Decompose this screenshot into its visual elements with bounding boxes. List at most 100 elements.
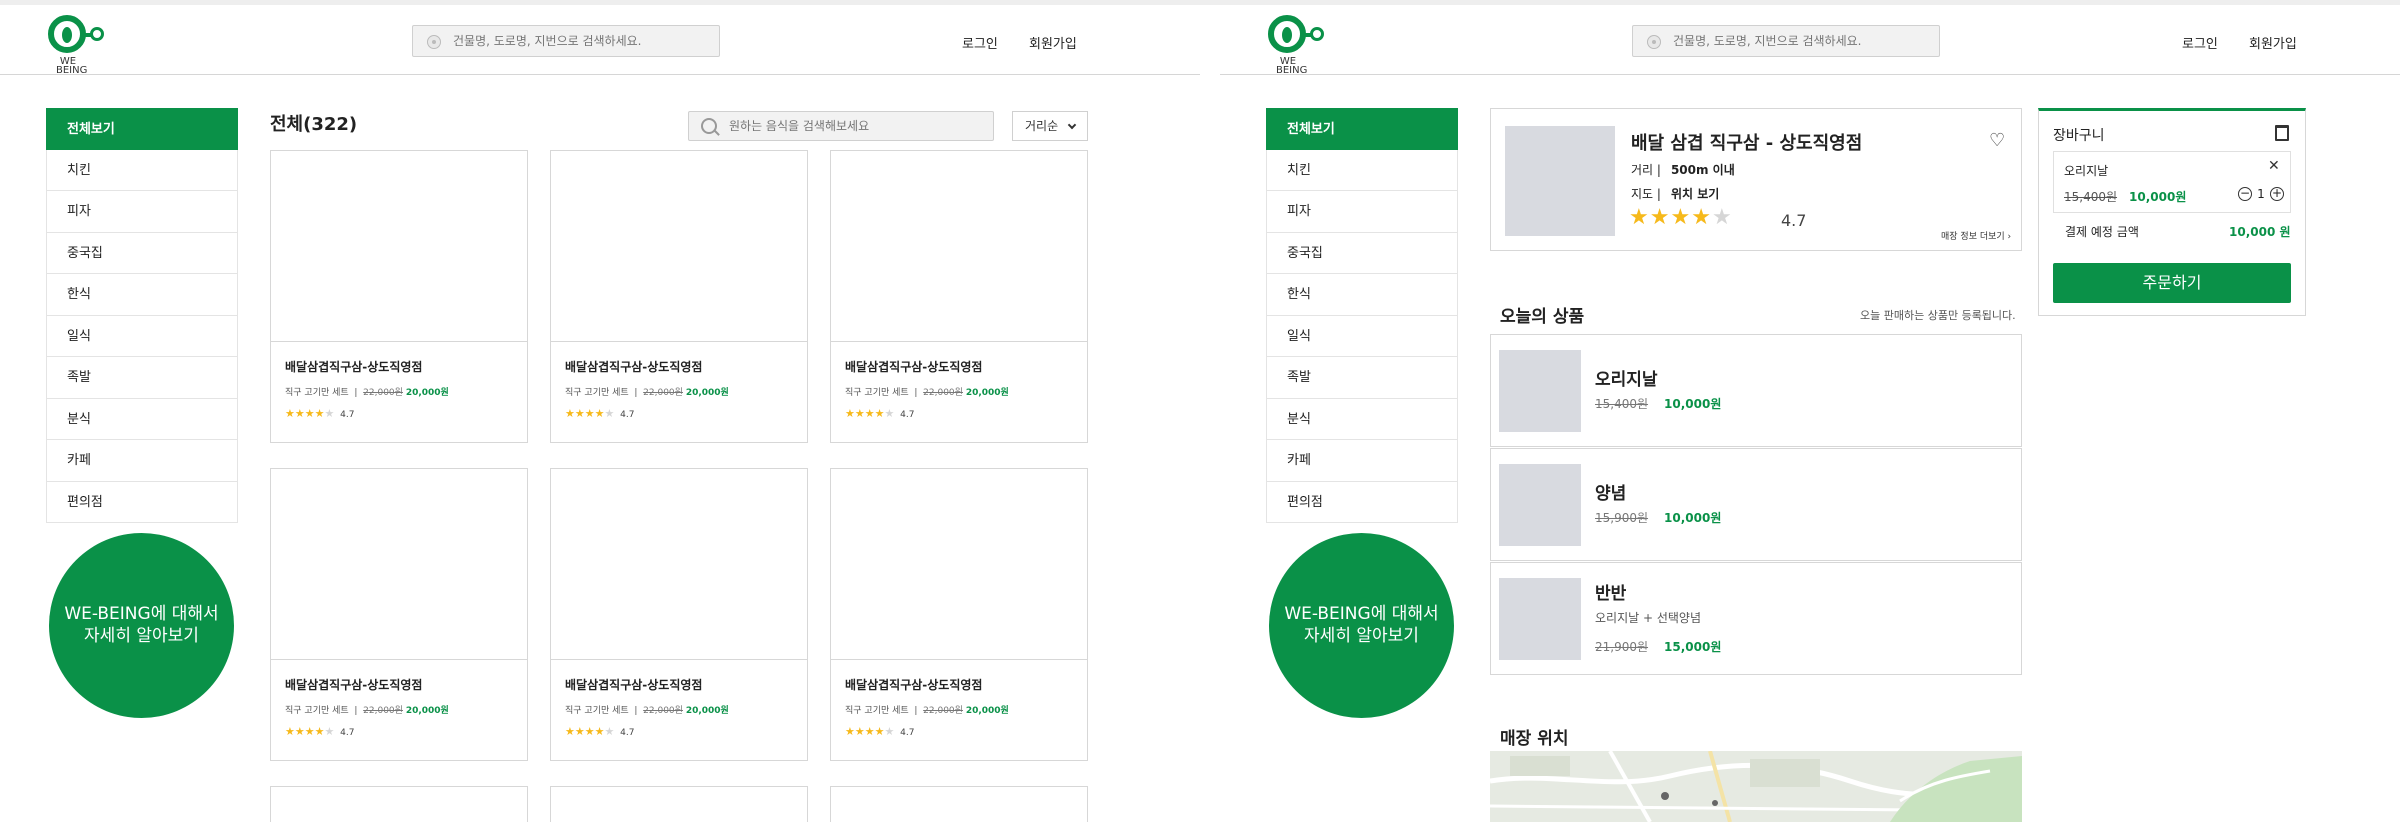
product-price: 15,900원 10,000원 (1595, 511, 1722, 525)
store-card[interactable] (830, 786, 1088, 822)
product-price: 15,400원 10,000원 (1595, 397, 1722, 411)
close-icon[interactable]: ✕ (2268, 158, 2280, 174)
store-card[interactable] (270, 786, 528, 822)
sidebar-item-chicken[interactable]: 치킨 (1266, 149, 1458, 191)
quantity-stepper: −1 + (2238, 186, 2284, 201)
we-being-logo[interactable]: WE BEING (48, 13, 104, 76)
about-promo-button[interactable]: WE-BEING에 대해서 자세히 알아보기 (49, 533, 234, 718)
star-icon: ★ (324, 725, 335, 738)
star-icon: ★ (594, 407, 605, 420)
store-name: 배달 삼겹 직구삼 - 상도직영점 (1631, 133, 1863, 154)
star-icon: ★ (854, 407, 865, 420)
list-page: WEBEING 로그인 회원가입 전체보기 치킨 피자 중국집 한식 일식 족발… (0, 0, 1200, 822)
address-search-input[interactable] (1673, 32, 1923, 50)
sidebar-item-convenience[interactable]: 편의점 (46, 481, 238, 523)
cart-item: 오리지날 ✕ 15,400원 10,000원 −1 + (2053, 151, 2291, 213)
product-item[interactable]: 반반 오리지날 + 선택양념 21,900원 15,000원 (1490, 562, 2022, 675)
star-icon: ★ (294, 407, 305, 420)
sidebar-item-snack[interactable]: 분식 (46, 398, 238, 440)
cart-title: 장바구니 (2053, 128, 2105, 144)
sidebar-item-cafe[interactable]: 카페 (1266, 440, 1458, 482)
plus-icon[interactable]: + (2270, 186, 2284, 201)
star-icon: ★ (574, 407, 585, 420)
product-item[interactable]: 오리지날 15,400원 10,000원 (1490, 334, 2022, 447)
today-products-title: 오늘의 상품 (1500, 307, 1585, 327)
product-item[interactable]: 양념 15,900원 10,000원 (1490, 448, 2022, 561)
store-card[interactable]: 배달삼겹직구삼-상도직영점 직구 고기만 세트 | 22,000원 20,000원… (550, 468, 808, 761)
star-icon: ★ (565, 407, 575, 420)
heart-icon[interactable]: ♡ (1989, 131, 2009, 151)
store-card-rating: ★★★★★ 4.7 (565, 407, 635, 420)
sidebar-item-chinese[interactable]: 중국집 (46, 232, 238, 274)
order-button[interactable]: 주문하기 (2053, 263, 2291, 303)
food-search[interactable] (688, 111, 994, 141)
sidebar-item-pizza[interactable]: 피자 (1266, 191, 1458, 233)
signup-link[interactable]: 회원가입 (2249, 33, 2297, 52)
star-icon: ★ (1711, 205, 1733, 230)
store-more-link[interactable]: 매장 정보 더보기 › (1941, 229, 2011, 242)
sort-dropdown[interactable]: 거리순 (1012, 111, 1088, 141)
we-being-logo[interactable]: WE BEING (1268, 13, 1324, 76)
trash-icon[interactable] (2275, 125, 2289, 141)
address-search[interactable] (412, 25, 720, 57)
store-card[interactable]: 배달삼겹직구삼-상도직영점직구 고기만 세트 | 22,000원 20,000원… (830, 150, 1088, 443)
sidebar-item-jokbal[interactable]: 족발 (1266, 357, 1458, 399)
store-thumbnail (1505, 126, 1615, 236)
star-icon: ★ (584, 407, 595, 420)
store-card[interactable]: 배달삼겹직구삼-상도직영점 직구 고기만 세트 | 22,000원 20,000원… (550, 150, 808, 443)
store-card-name: 배달삼겹직구삼-상도직영점 (285, 678, 423, 692)
login-link[interactable]: 로그인 (962, 33, 998, 52)
map-image (1490, 751, 2022, 822)
view-location-link[interactable]: 위치 보기 (1671, 187, 1719, 201)
signup-link[interactable]: 회원가입 (1029, 33, 1077, 52)
store-card[interactable]: 배달삼겹직구삼-상도직영점 직구 고기만 세트 | 22,000원 20,000원… (830, 468, 1088, 761)
sidebar-item-all[interactable]: 전체보기 (1266, 108, 1458, 150)
sidebar-item-cafe[interactable]: 카페 (46, 440, 238, 482)
address-search[interactable] (1632, 25, 1940, 57)
sidebar-item-chicken[interactable]: 치킨 (46, 149, 238, 191)
minus-icon[interactable]: − (2238, 186, 2252, 201)
store-card-rating: ★★★★★ 4.7 (565, 725, 635, 738)
promo-line-1: WE-BEING에 대해서 (1284, 604, 1439, 624)
star-icon: ★ (845, 725, 855, 738)
store-card-rating: ★★★★★ 4.7 (845, 407, 915, 420)
quantity-value: 1 (2257, 186, 2265, 201)
store-card-image (271, 469, 527, 660)
store-card[interactable]: 배달삼겹직구삼-상도직영점 직구 고기만 세트 | 22,000원 20,000원… (270, 150, 528, 443)
sidebar-item-japanese[interactable]: 일식 (1266, 315, 1458, 357)
store-card-menu: 직구 고기만 세트 | 22,000원 20,000원 (845, 388, 1009, 398)
product-price: 21,900원 15,000원 (1595, 640, 1722, 654)
chevron-down-icon (1067, 120, 1077, 130)
sidebar-item-convenience[interactable]: 편의점 (1266, 481, 1458, 523)
product-description: 오리지날 + 선택양념 (1595, 611, 1702, 625)
store-card[interactable]: 배달삼겹직구삼-상도직영점 직구 고기만 세트 | 22,000원 20,000원… (270, 468, 528, 761)
store-card-rating: ★★★★★ 4.7 (285, 725, 355, 738)
category-sidebar: 전체보기 치킨 피자 중국집 한식 일식 족발 분식 카페 편의점 (1266, 108, 1458, 523)
store-map[interactable] (1490, 751, 2022, 822)
search-icon (701, 118, 717, 134)
product-name: 양념 (1595, 484, 1627, 504)
sidebar-item-chinese[interactable]: 중국집 (1266, 232, 1458, 274)
sidebar-item-all[interactable]: 전체보기 (46, 108, 238, 150)
store-card[interactable] (550, 786, 808, 822)
category-sidebar: 전체보기 치킨 피자 중국집 한식 일식 족발 분식 카페 편의점 (46, 108, 238, 523)
sidebar-item-korean[interactable]: 한식 (1266, 274, 1458, 316)
food-search-input[interactable] (729, 117, 979, 135)
star-icon: ★ (864, 407, 875, 420)
sidebar-item-jokbal[interactable]: 족발 (46, 357, 238, 399)
sidebar-item-korean[interactable]: 한식 (46, 274, 238, 316)
sidebar-item-pizza[interactable]: 피자 (46, 191, 238, 233)
store-card-name: 배달삼겹직구삼-상도직영점 (565, 360, 703, 374)
address-search-input[interactable] (453, 32, 703, 50)
login-link[interactable]: 로그인 (2182, 33, 2218, 52)
star-icon: ★ (304, 725, 315, 738)
sidebar-item-japanese[interactable]: 일식 (46, 315, 238, 357)
sidebar-item-snack[interactable]: 분식 (1266, 398, 1458, 440)
today-products-note: 오늘 판매하는 상품만 등록됩니다. (1860, 309, 2016, 322)
about-promo-button[interactable]: WE-BEING에 대해서 자세히 알아보기 (1269, 533, 1454, 718)
store-card-image (831, 469, 1087, 660)
star-icon: ★ (324, 407, 335, 420)
product-image (1499, 464, 1581, 546)
store-card-name: 배달삼겹직구삼-상도직영점 (845, 360, 983, 374)
logo-ring-icon (48, 15, 86, 53)
